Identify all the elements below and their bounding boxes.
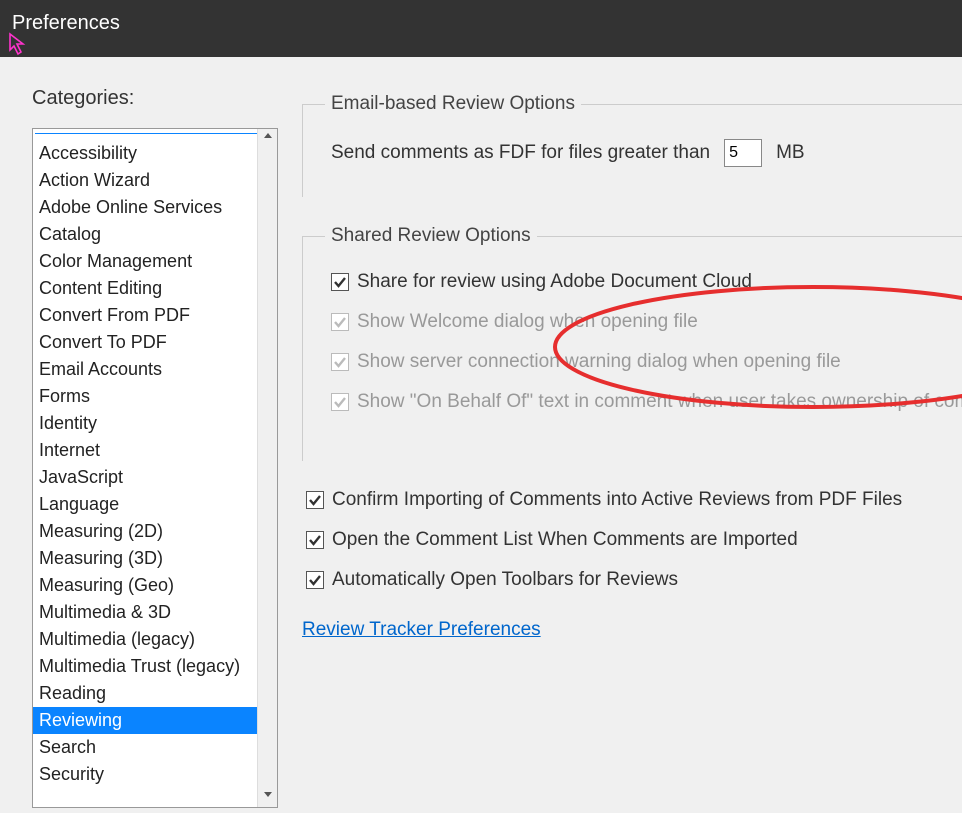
checkbox — [331, 393, 349, 411]
category-item[interactable]: Language — [33, 491, 257, 518]
category-item[interactable]: Accessibility — [33, 140, 257, 167]
email-review-legend: Email-based Review Options — [325, 93, 581, 115]
category-item[interactable]: Identity — [33, 410, 257, 437]
category-item[interactable]: Convert To PDF — [33, 329, 257, 356]
shared-review-option: Show Welcome dialog when opening file — [331, 311, 962, 333]
scrollbar[interactable] — [257, 129, 277, 807]
scroll-up-icon[interactable] — [258, 129, 277, 149]
general-checks: Confirm Importing of Comments into Activ… — [302, 489, 962, 591]
categories-sidebar: Categories: AccessibilityAction WizardAd… — [32, 87, 280, 808]
shared-review-group: Shared Review Options Share for review u… — [302, 225, 962, 461]
review-option[interactable]: Confirm Importing of Comments into Activ… — [306, 489, 962, 511]
window-title: Preferences — [12, 12, 120, 34]
category-item[interactable]: Catalog — [33, 221, 257, 248]
option-label: Confirm Importing of Comments into Activ… — [332, 489, 902, 511]
checkbox — [331, 353, 349, 371]
fdf-threshold-input[interactable] — [724, 139, 762, 167]
checkbox — [331, 313, 349, 331]
option-label: Show Welcome dialog when opening file — [357, 311, 698, 333]
category-item[interactable]: JavaScript — [33, 464, 257, 491]
scroll-track[interactable] — [258, 149, 277, 787]
categories-label: Categories: — [32, 87, 280, 110]
categories-listbox[interactable]: AccessibilityAction WizardAdobe Online S… — [32, 128, 278, 808]
category-item[interactable]: Security — [33, 761, 257, 788]
option-label: Automatically Open Toolbars for Reviews — [332, 569, 678, 591]
cursor-icon — [8, 32, 28, 56]
checkbox[interactable] — [306, 531, 324, 549]
category-item[interactable]: Content Editing — [33, 275, 257, 302]
category-item[interactable]: Measuring (Geo) — [33, 572, 257, 599]
option-label: Show server connection warning dialog wh… — [357, 351, 841, 373]
option-label: Show "On Behalf Of" text in comment when… — [357, 391, 962, 413]
review-tracker-link[interactable]: Review Tracker Preferences — [302, 619, 541, 641]
shared-review-option[interactable]: Share for review using Adobe Document Cl… — [331, 271, 962, 293]
category-item[interactable]: Internet — [33, 437, 257, 464]
window-titlebar: Preferences — [0, 0, 962, 57]
checkbox[interactable] — [306, 491, 324, 509]
category-item[interactable]: Measuring (3D) — [33, 545, 257, 572]
category-item[interactable]: Forms — [33, 383, 257, 410]
checkbox[interactable] — [306, 571, 324, 589]
option-label: Share for review using Adobe Document Cl… — [357, 271, 752, 293]
option-label: Open the Comment List When Comments are … — [332, 529, 798, 551]
category-item[interactable]: Reviewing — [33, 707, 257, 734]
shared-review-option: Show server connection warning dialog wh… — [331, 351, 962, 373]
shared-review-option: Show "On Behalf Of" text in comment when… — [331, 391, 962, 413]
category-divider — [35, 133, 257, 134]
category-item[interactable]: Email Accounts — [33, 356, 257, 383]
category-item[interactable]: Measuring (2D) — [33, 518, 257, 545]
review-option[interactable]: Automatically Open Toolbars for Reviews — [306, 569, 962, 591]
category-item[interactable]: Multimedia (legacy) — [33, 626, 257, 653]
category-item[interactable]: Multimedia & 3D — [33, 599, 257, 626]
email-review-group: Email-based Review Options Send comments… — [302, 93, 962, 197]
scroll-down-icon[interactable] — [258, 787, 277, 807]
category-item[interactable]: Convert From PDF — [33, 302, 257, 329]
checkbox[interactable] — [331, 273, 349, 291]
fdf-threshold-unit: MB — [776, 142, 805, 164]
category-item[interactable]: Adobe Online Services — [33, 194, 257, 221]
main-panel: Email-based Review Options Send comments… — [280, 87, 962, 808]
category-item[interactable]: Color Management — [33, 248, 257, 275]
fdf-threshold-label: Send comments as FDF for files greater t… — [331, 142, 710, 164]
category-item[interactable]: Search — [33, 734, 257, 761]
category-item[interactable]: Reading — [33, 680, 257, 707]
review-option[interactable]: Open the Comment List When Comments are … — [306, 529, 962, 551]
category-item[interactable]: Multimedia Trust (legacy) — [33, 653, 257, 680]
shared-review-legend: Shared Review Options — [325, 225, 537, 247]
category-item[interactable]: Action Wizard — [33, 167, 257, 194]
